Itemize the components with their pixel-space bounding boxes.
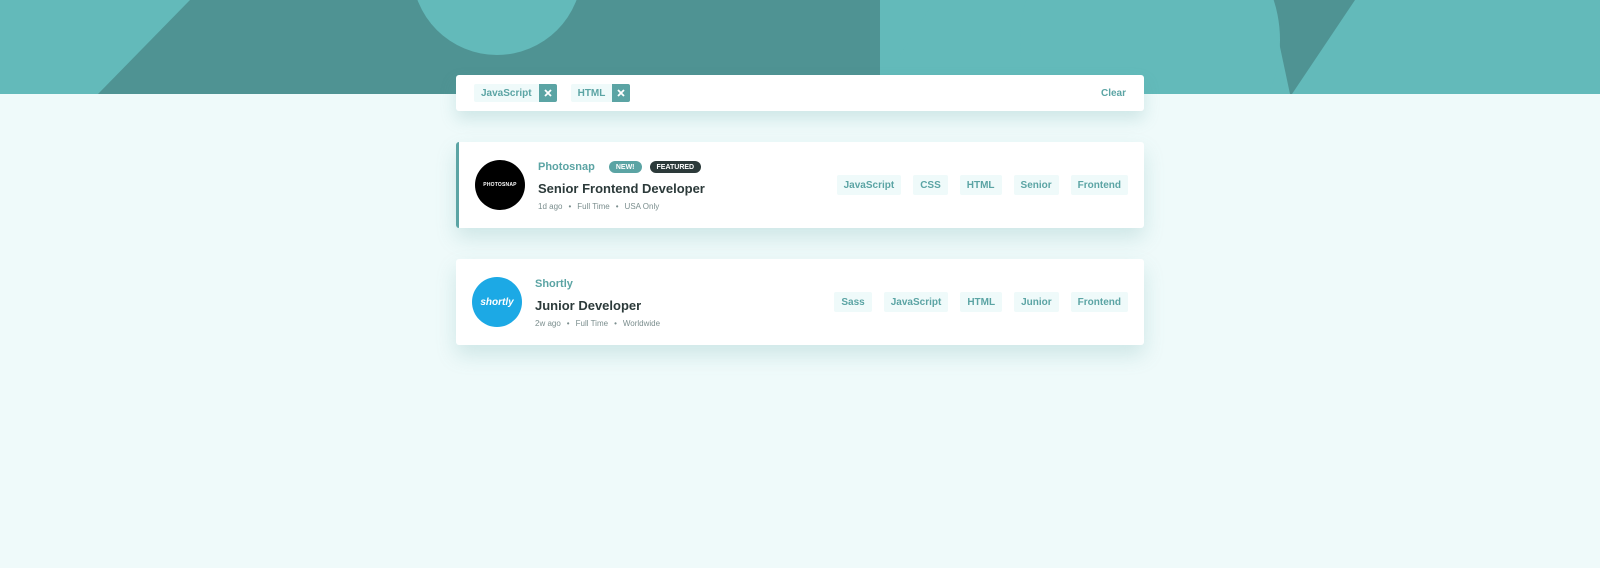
company-name: Photosnap: [538, 161, 595, 173]
tag-junior[interactable]: Junior: [1014, 292, 1059, 312]
separator-dot: •: [568, 202, 572, 211]
filter-chip-javascript: JavaScript: [474, 84, 557, 102]
company-logo-shortly: shortly: [472, 277, 522, 327]
separator-dot: •: [614, 319, 617, 328]
tag-html[interactable]: HTML: [960, 292, 1003, 312]
separator-dot: •: [615, 202, 619, 211]
tag-senior[interactable]: Senior: [1013, 175, 1059, 195]
company-row: Photosnap NEW! FEATURED: [538, 159, 705, 175]
job-card-shortly: shortly Shortly Junior Developer 2w ago …: [456, 259, 1144, 345]
clear-button[interactable]: Clear: [1101, 88, 1126, 99]
tag-javascript[interactable]: JavaScript: [836, 175, 902, 195]
tag-javascript[interactable]: JavaScript: [883, 292, 949, 312]
company-name: Shortly: [535, 278, 573, 290]
contract-type: Full Time: [577, 202, 610, 211]
job-location: USA Only: [624, 202, 660, 211]
posted-at: 2w ago: [535, 319, 561, 328]
contract-type: Full Time: [575, 319, 609, 328]
posted-at: 1d ago: [538, 202, 563, 211]
tag-sass[interactable]: Sass: [834, 292, 872, 312]
company-logo-photosnap: PHOTOSNAP: [475, 160, 525, 210]
job-location: Worldwide: [622, 319, 661, 328]
close-icon[interactable]: [538, 84, 557, 102]
job-tags: JavaScript CSS HTML Senior Frontend: [836, 142, 1128, 228]
tag-css[interactable]: CSS: [913, 175, 948, 195]
separator-dot: •: [566, 319, 570, 328]
filter-chips: JavaScript HTML: [474, 84, 1101, 102]
job-info: Shortly Junior Developer 2w ago • Full T…: [535, 276, 660, 328]
tag-frontend[interactable]: Frontend: [1070, 175, 1128, 195]
logo-text: shortly: [480, 296, 514, 308]
job-tags: Sass JavaScript HTML Junior Frontend: [834, 259, 1128, 345]
filter-chip-html: HTML: [570, 84, 631, 102]
new-badge: NEW!: [608, 161, 642, 173]
close-icon[interactable]: [612, 84, 631, 102]
logo-text: PHOTOSNAP: [483, 182, 517, 188]
tag-frontend[interactable]: Frontend: [1070, 292, 1128, 312]
job-meta: 2w ago • Full Time • Worldwide: [535, 319, 660, 328]
job-position[interactable]: Junior Developer: [535, 298, 660, 313]
company-row: Shortly: [535, 276, 660, 292]
filter-bar: JavaScript HTML Clear: [456, 75, 1144, 111]
job-card-photosnap: PHOTOSNAP Photosnap NEW! FEATURED Senior…: [456, 142, 1144, 228]
job-meta: 1d ago • Full Time • USA Only: [538, 202, 705, 211]
tag-html[interactable]: HTML: [959, 175, 1002, 195]
job-info: Photosnap NEW! FEATURED Senior Frontend …: [538, 159, 705, 211]
filter-chip-label: HTML: [570, 84, 613, 102]
filter-chip-label: JavaScript: [474, 84, 539, 102]
job-position[interactable]: Senior Frontend Developer: [538, 181, 705, 196]
featured-badge: FEATURED: [649, 161, 702, 173]
